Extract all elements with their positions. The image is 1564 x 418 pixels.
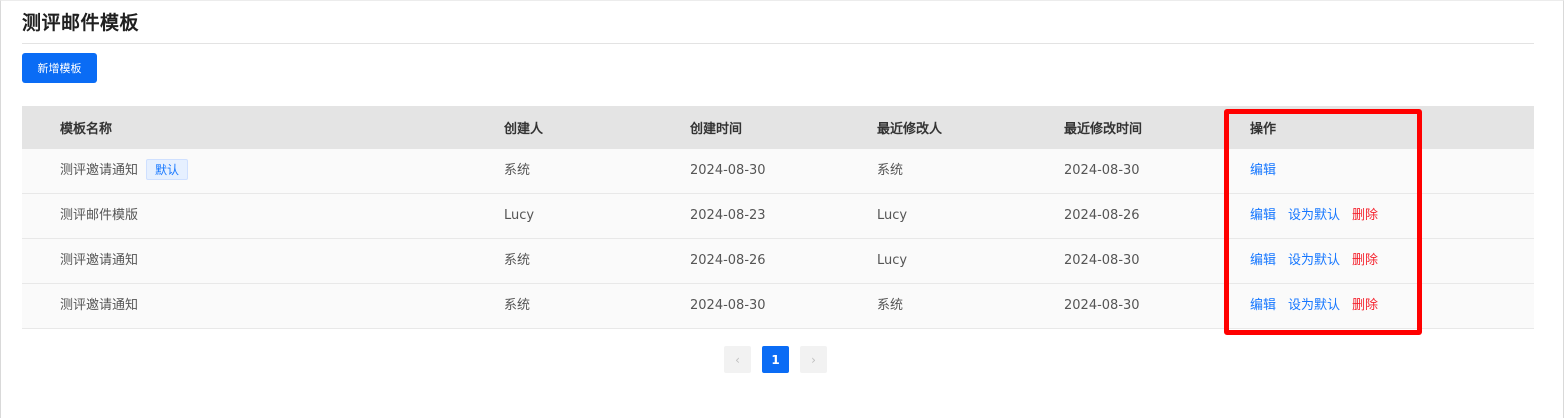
template-name: 测评邀请通知 [60,163,139,178]
creator-cell: 系统 [504,298,531,313]
created-time-cell: 2024-08-30 [690,163,766,178]
title-divider [22,43,1534,44]
created-time-cell: 2024-08-30 [690,298,766,313]
creator-cell: 系统 [504,253,531,268]
chevron-right-icon: › [811,352,816,367]
edit-link[interactable]: 编辑 [1250,253,1276,268]
creator-cell: Lucy [504,208,535,223]
modifier-cell: 系统 [877,163,904,178]
created-time-cell: 2024-08-23 [690,208,766,223]
delete-link[interactable]: 删除 [1352,208,1378,223]
modified-time-cell: 2024-08-26 [1064,208,1140,223]
prev-page-button[interactable]: ‹ [724,346,751,373]
table-row: 测评邀请通知 系统 2024-08-26 Lucy 2024-08-30 编辑设… [22,239,1534,284]
actions-cell: 编辑 设为默认 删除 [1250,284,1390,328]
actions-cell: 编辑 设为默认 删除 [1250,239,1390,283]
delete-link[interactable]: 删除 [1352,253,1378,268]
delete-link[interactable]: 删除 [1352,298,1378,313]
modified-time-cell: 2024-08-30 [1064,163,1140,178]
modified-time-cell: 2024-08-30 [1064,253,1140,268]
created-time-cell: 2024-08-26 [690,253,766,268]
modifier-cell: Lucy [877,208,908,223]
header-created-time: 创建时间 [690,122,743,137]
next-page-button[interactable]: › [800,346,827,373]
template-name-cell: 测评邀请通知 [60,298,139,313]
actions-cell: 编辑 设为默认 删除 [1250,194,1390,238]
template-table: 模板名称 创建人 创建时间 最近修改人 最近修改时间 操作 测评邀请通知 默认 系… [22,106,1534,329]
header-creator: 创建人 [504,122,544,137]
chevron-left-icon: ‹ [735,352,740,367]
modifier-cell: Lucy [877,253,908,268]
set-default-link[interactable]: 设为默认 [1288,298,1340,313]
template-name-cell: 测评邀请通知 默认 [60,149,189,193]
page-title: 测评邮件模板 [22,12,140,34]
edit-link[interactable]: 编辑 [1250,163,1276,178]
add-template-button[interactable]: 新增模板 [22,53,97,83]
default-badge: 默认 [146,159,189,180]
pagination: ‹ 1 › [724,346,827,373]
table-row: 测评邀请通知 默认 系统 2024-08-30 系统 2024-08-30 编辑 [22,149,1534,194]
page-1-button[interactable]: 1 [762,346,789,373]
modifier-cell: 系统 [877,298,904,313]
header-actions: 操作 [1250,122,1277,137]
creator-cell: 系统 [504,163,531,178]
template-name-cell: 测评邮件模版 [60,208,139,223]
table-header: 模板名称 创建人 创建时间 最近修改人 最近修改时间 操作 [22,106,1534,149]
header-template-name: 模板名称 [60,122,113,137]
actions-cell: 编辑 [1250,149,1288,193]
edit-link[interactable]: 编辑 [1250,208,1276,223]
table-row: 测评邀请通知 系统 2024-08-30 系统 2024-08-30 编辑 设为默… [22,284,1534,329]
table-row: 测评邮件模版 Lucy 2024-08-23 Lucy 2024-08-26 编… [22,194,1534,239]
header-modifier: 最近修改人 [877,122,943,137]
modified-time-cell: 2024-08-30 [1064,298,1140,313]
header-modified-time: 最近修改时间 [1064,122,1143,137]
template-name-cell: 测评邀请通知 [60,253,139,268]
edit-link[interactable]: 编辑 [1250,298,1276,313]
set-default-link[interactable]: 设为默认 [1288,208,1340,223]
set-default-link[interactable]: 设为默认 [1288,253,1340,268]
